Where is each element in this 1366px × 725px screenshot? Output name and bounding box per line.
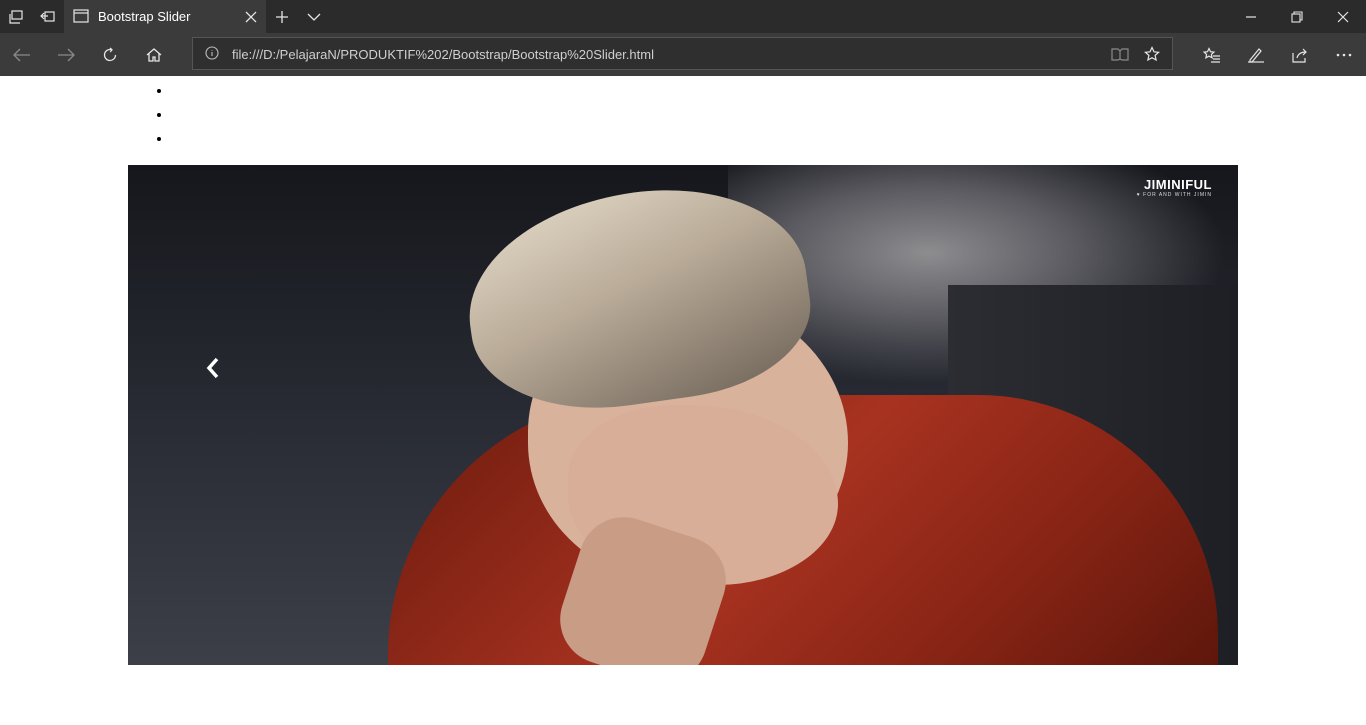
tab-overview-icon[interactable] (0, 0, 32, 33)
info-icon[interactable] (205, 46, 219, 65)
forward-icon[interactable] (44, 33, 88, 76)
set-aside-tabs-icon[interactable] (32, 0, 64, 33)
favorites-hub-icon[interactable] (1190, 33, 1234, 76)
restore-icon[interactable] (1274, 0, 1320, 33)
more-icon[interactable] (1322, 33, 1366, 76)
photo-watermark: JIMINIFUL ♥ FOR AND WITH JIMIN (1137, 177, 1212, 198)
nav-bar: file:///D:/PelajaraN/PRODUKTIF%202/Boots… (0, 33, 1366, 76)
notes-pen-icon[interactable] (1234, 33, 1278, 76)
home-icon[interactable] (132, 33, 176, 76)
share-icon[interactable] (1278, 33, 1322, 76)
window-close-icon[interactable] (1320, 0, 1366, 33)
watermark-main: JIMINIFUL (1143, 177, 1212, 192)
tab-page-icon (73, 9, 89, 28)
minimize-icon[interactable] (1228, 0, 1274, 33)
tab-close-icon[interactable] (236, 0, 266, 33)
refresh-icon[interactable] (88, 33, 132, 76)
page-content: JIMINIFUL ♥ FOR AND WITH JIMIN (0, 76, 1366, 725)
tab-bootstrap-slider[interactable]: Bootstrap Slider (64, 0, 266, 33)
favorite-star-icon[interactable] (1136, 38, 1168, 69)
watermark-sub: ♥ FOR AND WITH JIMIN (1136, 192, 1212, 198)
tab-title: Bootstrap Slider (98, 9, 191, 24)
address-url[interactable]: file:///D:/PelajaraN/PRODUKTIF%202/Boots… (232, 47, 654, 62)
carousel-slide: JIMINIFUL ♥ FOR AND WITH JIMIN (128, 165, 1238, 665)
carousel-indicators (0, 81, 172, 153)
address-bar[interactable]: file:///D:/PelajaraN/PRODUKTIF%202/Boots… (192, 37, 1173, 70)
back-icon[interactable] (0, 33, 44, 76)
new-tab-icon[interactable] (266, 0, 298, 33)
carousel-prev-button[interactable] (198, 355, 228, 385)
tab-bar: Bootstrap Slider (0, 0, 1366, 33)
tab-preview-chevron-icon[interactable] (298, 0, 330, 33)
chevron-left-icon (206, 357, 220, 384)
reading-view-icon[interactable] (1104, 38, 1136, 69)
